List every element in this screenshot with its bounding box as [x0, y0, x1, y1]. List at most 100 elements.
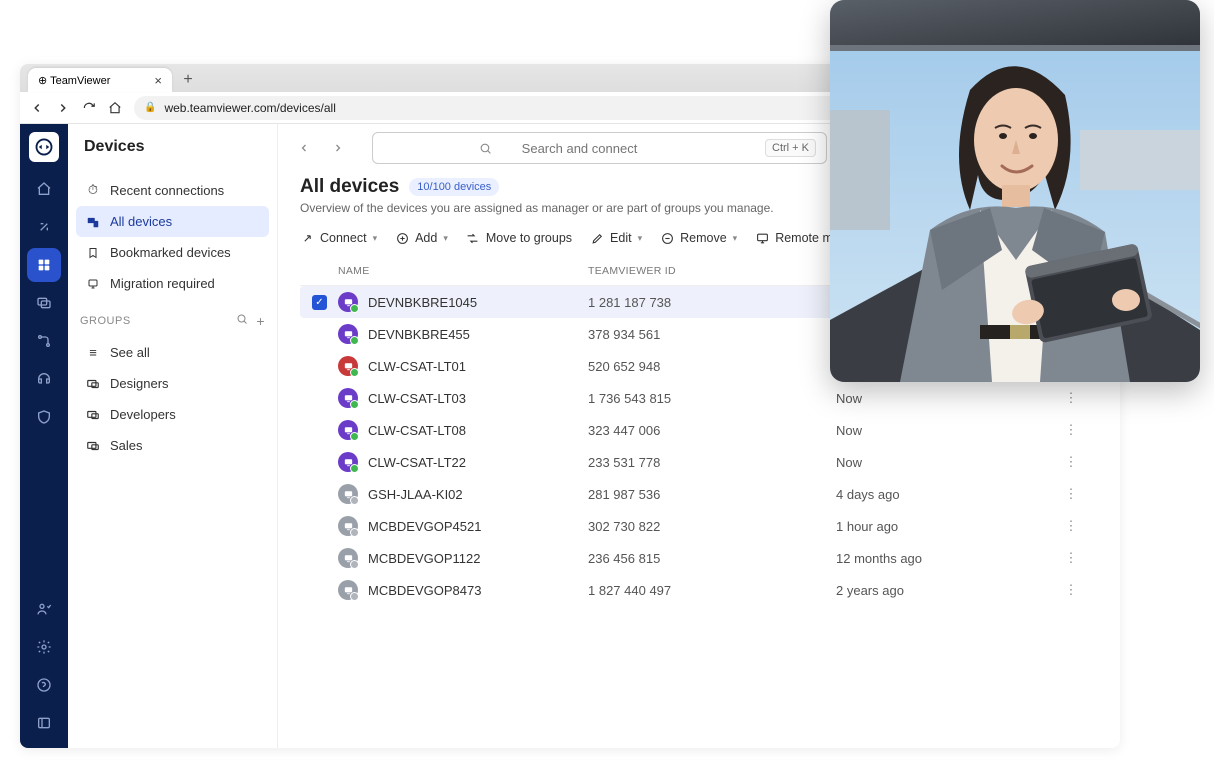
- device-id: 236 456 815: [588, 551, 836, 566]
- group-see-all[interactable]: ≡ See all: [76, 337, 269, 368]
- device-last-seen: 1 hour ago: [836, 519, 1056, 534]
- row-checkbox[interactable]: ✓: [312, 295, 327, 310]
- row-actions-button[interactable]: ⋮: [1056, 454, 1086, 470]
- page-title: All devices: [300, 176, 399, 198]
- table-row[interactable]: CLW-CSAT-LT08 323 447 006Now⋮: [300, 414, 1098, 446]
- rail-workflow[interactable]: [27, 324, 61, 358]
- browser-tab[interactable]: ⊕ TeamViewer ×: [28, 68, 172, 92]
- table-row[interactable]: MCBDEVGOP4521302 730 8221 hour ago⋮: [300, 510, 1098, 542]
- device-name: CLW-CSAT-LT03: [368, 391, 466, 406]
- remove-button[interactable]: Remove▾: [660, 231, 737, 245]
- search-bar[interactable]: Ctrl + K: [372, 132, 827, 164]
- promo-image: [830, 0, 1200, 382]
- rail-devices[interactable]: [27, 248, 61, 282]
- monitor-icon: [755, 231, 769, 245]
- table-row[interactable]: MCBDEVGOP84731 827 440 4972 years ago⋮: [300, 574, 1098, 606]
- device-status-icon: [338, 516, 358, 536]
- panel-item-recent[interactable]: ⏱ Recent connections: [76, 174, 269, 206]
- tab-title: ⊕ TeamViewer: [38, 74, 110, 87]
- row-actions-button[interactable]: ⋮: [1056, 518, 1086, 534]
- device-name: MCBDEVGOP4521: [368, 519, 481, 534]
- rail-admin[interactable]: [27, 592, 61, 626]
- bookmark-icon: [86, 247, 100, 259]
- shortcut-hint: Ctrl + K: [765, 139, 816, 157]
- home-button[interactable]: [108, 101, 122, 115]
- rail-connect[interactable]: [27, 210, 61, 244]
- groups-header: GROUPS +: [68, 303, 277, 333]
- back-button[interactable]: [30, 101, 44, 115]
- rail-support[interactable]: [27, 362, 61, 396]
- plus-circle-icon: [395, 231, 409, 245]
- rail-home[interactable]: [27, 172, 61, 206]
- table-row[interactable]: MCBDEVGOP1122 236 456 81512 months ago⋮: [300, 542, 1098, 574]
- clock-icon: ⏱: [86, 182, 100, 198]
- row-actions-button[interactable]: ⋮: [1056, 550, 1086, 566]
- panel-item-all-devices[interactable]: All devices: [76, 206, 269, 237]
- forward-button[interactable]: [56, 101, 70, 115]
- new-tab-button[interactable]: +: [176, 68, 200, 92]
- panel-item-migration[interactable]: Migration required: [76, 268, 269, 299]
- device-name: CLW-CSAT-LT01: [368, 359, 466, 374]
- search-icon: [479, 142, 492, 155]
- rail-security[interactable]: [27, 400, 61, 434]
- device-last-seen: 4 days ago: [836, 487, 1056, 502]
- panel-title: Devices: [68, 124, 277, 170]
- reload-button[interactable]: [82, 101, 96, 115]
- close-tab-icon[interactable]: ×: [154, 73, 162, 88]
- device-last-seen: Now: [836, 455, 1056, 470]
- table-row[interactable]: CLW-CSAT-LT031 736 543 815Now⋮: [300, 382, 1098, 414]
- group-sales[interactable]: Sales: [76, 430, 269, 461]
- group-label: Sales: [110, 438, 143, 453]
- device-id: 520 652 948: [588, 359, 836, 374]
- nav-next-button[interactable]: [326, 136, 350, 160]
- rail-help[interactable]: [27, 668, 61, 702]
- nav-prev-button[interactable]: [292, 136, 316, 160]
- device-name: DEVNBKBRE455: [368, 327, 470, 342]
- remove-icon: [660, 231, 674, 245]
- rail-collapse[interactable]: [27, 706, 61, 740]
- col-header-id[interactable]: TEAMVIEWER ID: [588, 265, 836, 277]
- group-developers[interactable]: Developers: [76, 399, 269, 430]
- device-id: 233 531 778: [588, 455, 836, 470]
- move-button[interactable]: Move to groups: [466, 231, 572, 245]
- rail-settings[interactable]: [27, 630, 61, 664]
- add-group-icon[interactable]: +: [256, 313, 265, 329]
- device-id: 378 934 561: [588, 327, 836, 342]
- connect-button[interactable]: Connect▾: [300, 231, 377, 245]
- search-input[interactable]: [500, 141, 660, 156]
- row-actions-button[interactable]: ⋮: [1056, 390, 1086, 406]
- device-name: MCBDEVGOP8473: [368, 583, 481, 598]
- device-last-seen: 12 months ago: [836, 551, 1056, 566]
- device-status-icon: [338, 324, 358, 344]
- rail-chat[interactable]: [27, 286, 61, 320]
- side-panel: Devices ⏱ Recent connections All devices: [68, 124, 278, 748]
- add-button[interactable]: Add▾: [395, 231, 448, 245]
- devices-icon: [86, 215, 100, 229]
- device-name: CLW-CSAT-LT08: [368, 423, 466, 438]
- panel-item-label: Bookmarked devices: [110, 245, 231, 260]
- device-name: CLW-CSAT-LT22: [368, 455, 466, 470]
- group-designers[interactable]: Designers: [76, 368, 269, 399]
- url-text: web.teamviewer.com/devices/all: [164, 101, 335, 115]
- table-row[interactable]: CLW-CSAT-LT22 233 531 778Now⋮: [300, 446, 1098, 478]
- row-actions-button[interactable]: ⋮: [1056, 582, 1086, 598]
- app-logo[interactable]: [29, 132, 59, 162]
- device-name: MCBDEVGOP1122: [368, 551, 480, 566]
- device-id: 323 447 006: [588, 423, 836, 438]
- search-groups-icon[interactable]: [236, 313, 248, 329]
- table-row[interactable]: GSH-JLAA-KI02281 987 5364 days ago⋮: [300, 478, 1098, 510]
- panel-item-bookmarked[interactable]: Bookmarked devices: [76, 237, 269, 268]
- nav-rail: [20, 124, 68, 748]
- device-id: 1 281 187 738: [588, 295, 836, 310]
- panel-item-label: All devices: [110, 214, 172, 229]
- device-name: DEVNBKBRE1045: [368, 295, 477, 310]
- row-actions-button[interactable]: ⋮: [1056, 486, 1086, 502]
- col-header-name[interactable]: NAME: [338, 265, 588, 277]
- device-status-icon: [338, 452, 358, 472]
- row-actions-button[interactable]: ⋮: [1056, 422, 1086, 438]
- device-name: GSH-JLAA-KI02: [368, 487, 463, 502]
- device-last-seen: Now: [836, 423, 1056, 438]
- device-status-icon: [338, 484, 358, 504]
- device-status-icon: [338, 420, 358, 440]
- edit-button[interactable]: Edit▾: [590, 231, 642, 245]
